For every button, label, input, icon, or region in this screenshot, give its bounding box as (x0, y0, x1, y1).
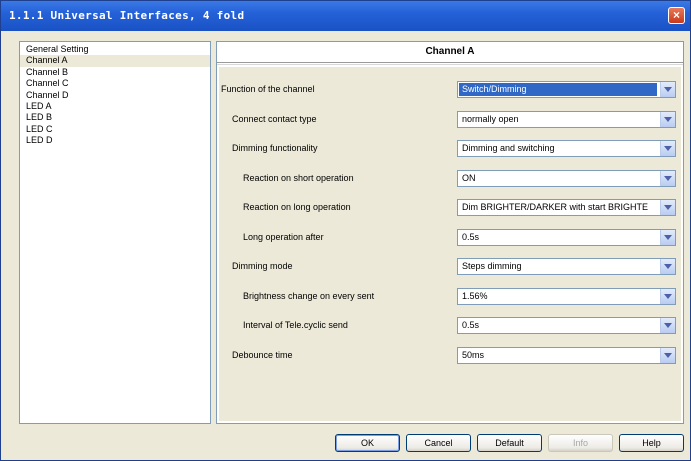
param-label: Connect contact type (232, 114, 317, 124)
chevron-down-icon[interactable] (660, 200, 675, 215)
select-value: 0.5s (462, 232, 480, 242)
chevron-down-icon[interactable] (660, 141, 675, 156)
chevron-down-icon[interactable] (660, 230, 675, 245)
param-row: Debounce time 50ms (219, 347, 681, 367)
chevron-down-icon[interactable] (660, 318, 675, 333)
chevron-down-icon[interactable] (660, 259, 675, 274)
tree-item-channel-d[interactable]: Channel D (20, 90, 210, 101)
select-value: 50ms (462, 350, 485, 360)
param-row: Interval of Tele.cyclic send 0.5s (219, 317, 681, 337)
param-row: Connect contact type normally open (219, 111, 681, 131)
debounce-time-select[interactable]: 50ms (457, 347, 676, 364)
chevron-down-icon[interactable] (660, 348, 675, 363)
panel-title: Channel A (425, 46, 475, 57)
cyclic-send-interval-select[interactable]: 0.5s (457, 317, 676, 334)
tree-item-led-b[interactable]: LED B (20, 112, 210, 123)
select-value: Dimming and switching (462, 143, 555, 153)
tree-item-channel-a[interactable]: Channel A (20, 55, 210, 67)
select-value: ON (462, 173, 476, 183)
param-label: Reaction on short operation (243, 173, 354, 183)
chevron-down-icon[interactable] (660, 112, 675, 127)
connect-contact-type-select[interactable]: normally open (457, 111, 676, 128)
window-title: 1.1.1 Universal Interfaces, 4 fold (9, 9, 245, 22)
param-label: Long operation after (243, 232, 324, 242)
select-value: 1.56% (462, 291, 488, 301)
function-of-channel-select[interactable]: Switch/Dimming (457, 81, 676, 98)
param-label: Interval of Tele.cyclic send (243, 320, 348, 330)
info-button[interactable]: Info (548, 434, 613, 452)
panel-divider (217, 62, 683, 65)
param-label: Dimming functionality (232, 143, 318, 153)
tree-item-led-d[interactable]: LED D (20, 135, 210, 146)
chevron-down-icon[interactable] (660, 289, 675, 304)
title-bar[interactable]: 1.1.1 Universal Interfaces, 4 fold × (1, 1, 690, 31)
param-label: Function of the channel (221, 84, 315, 94)
cancel-button[interactable]: Cancel (406, 434, 471, 452)
channel-tree: General Setting Channel A Channel B Chan… (19, 41, 211, 424)
dimming-mode-select[interactable]: Steps dimming (457, 258, 676, 275)
tree-item-channel-b[interactable]: Channel B (20, 67, 210, 78)
parameter-list: Function of the channel Switch/Dimming C… (219, 67, 681, 421)
tree-item-led-a[interactable]: LED A (20, 101, 210, 112)
dialog-window: 1.1.1 Universal Interfaces, 4 fold × Gen… (0, 0, 691, 461)
param-row: Function of the channel Switch/Dimming (219, 81, 681, 101)
param-label: Brightness change on every sent (243, 291, 375, 301)
dialog-body: General Setting Channel A Channel B Chan… (5, 31, 686, 457)
tree-item-general-setting[interactable]: General Setting (20, 44, 210, 55)
param-row: Reaction on long operation Dim BRIGHTER/… (219, 199, 681, 219)
ok-button[interactable]: OK (335, 434, 400, 452)
param-label: Debounce time (232, 350, 293, 360)
param-row: Brightness change on every sent 1.56% (219, 288, 681, 308)
select-value: Dim BRIGHTER/DARKER with start BRIGHTE (462, 202, 649, 212)
tree-item-channel-c[interactable]: Channel C (20, 78, 210, 89)
chevron-down-icon[interactable] (660, 82, 675, 97)
param-row: Dimming functionality Dimming and switch… (219, 140, 681, 160)
default-button[interactable]: Default (477, 434, 542, 452)
parameter-panel: Channel A Function of the channel Switch… (216, 41, 684, 424)
param-row: Long operation after 0.5s (219, 229, 681, 249)
select-value: Switch/Dimming (459, 83, 657, 96)
close-button[interactable]: × (668, 7, 685, 24)
param-label: Dimming mode (232, 261, 293, 271)
select-value: Steps dimming (462, 261, 522, 271)
tree-item-led-c[interactable]: LED C (20, 124, 210, 135)
param-row: Dimming mode Steps dimming (219, 258, 681, 278)
param-row: Reaction on short operation ON (219, 170, 681, 190)
long-operation-after-select[interactable]: 0.5s (457, 229, 676, 246)
reaction-short-operation-select[interactable]: ON (457, 170, 676, 187)
chevron-down-icon[interactable] (660, 171, 675, 186)
select-value: 0.5s (462, 320, 480, 330)
select-value: normally open (462, 114, 519, 124)
close-icon: × (672, 8, 680, 22)
reaction-long-operation-select[interactable]: Dim BRIGHTER/DARKER with start BRIGHTE (457, 199, 676, 216)
help-button[interactable]: Help (619, 434, 684, 452)
brightness-change-select[interactable]: 1.56% (457, 288, 676, 305)
dimming-functionality-select[interactable]: Dimming and switching (457, 140, 676, 157)
param-label: Reaction on long operation (243, 202, 351, 212)
